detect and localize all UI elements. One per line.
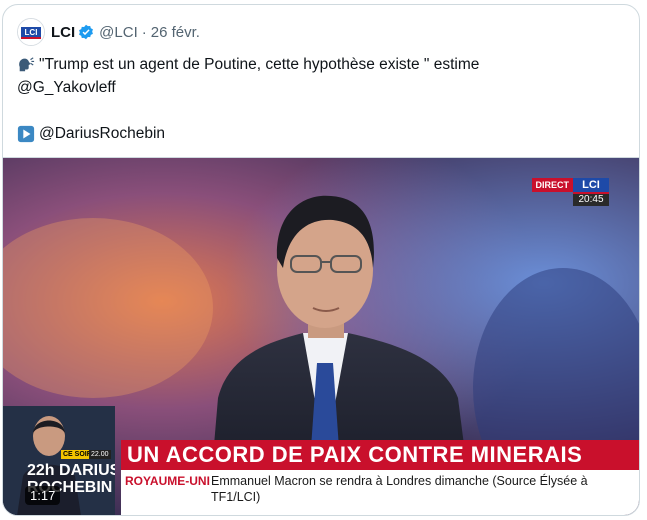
live-label: DIRECT <box>531 178 573 192</box>
play-button-icon <box>17 125 35 142</box>
news-ticker: ROYAUME-UNI Emmanuel Macron se rendra à … <box>121 470 639 515</box>
speaking-head-icon <box>19 56 35 71</box>
tweet-date[interactable]: 26 févr. <box>151 24 200 41</box>
tweet-header: LCI LCI @LCI · 26 févr. <box>17 18 200 46</box>
lci-avatar[interactable]: LCI <box>17 18 45 46</box>
mention-yakovleff[interactable]: @G_Yakovleff <box>17 76 116 99</box>
lci-channel-logo: LCI 20:45 <box>573 178 609 206</box>
tweet-card[interactable]: LCI LCI @LCI · 26 févr. "Trump est un ag… <box>2 4 640 516</box>
ticker-text: Emmanuel Macron se rendra à Londres dima… <box>211 474 588 504</box>
author-name[interactable]: LCI <box>51 24 75 41</box>
separator-dot: · <box>141 23 147 41</box>
ticker-tag: ROYAUME-UNI <box>125 474 210 488</box>
thumb-badge-time: 22.00 <box>89 450 111 459</box>
tweet-text: "Trump est un agent de Poutine, cette hy… <box>17 53 617 145</box>
video-player[interactable]: DIRECT LCI 20:45 UN ACCORD DE PAIX CONTR… <box>3 157 639 515</box>
preview-thumbnail: CE SOIR 22.00 22h DARIUS ROCHEBIN 1:17 <box>3 406 115 515</box>
headline-text: UN ACCORD DE PAIX CONTRE MINERAIS <box>127 442 583 467</box>
tweet-text-line1: "Trump est un agent de Poutine, cette hy… <box>39 56 480 73</box>
author-handle[interactable]: @LCI <box>99 24 138 41</box>
svg-text:LCI: LCI <box>25 28 38 37</box>
broadcast-clock: 20:45 <box>573 194 609 206</box>
headline-bar: UN ACCORD DE PAIX CONTRE MINERAIS <box>121 440 639 470</box>
verified-badge-icon <box>79 24 94 40</box>
mention-darius[interactable]: @DariusRochebin <box>39 122 165 145</box>
video-duration: 1:17 <box>25 486 61 505</box>
live-indicator: DIRECT LCI 20:45 <box>531 178 609 206</box>
channel-logo-text: LCI <box>573 178 609 194</box>
